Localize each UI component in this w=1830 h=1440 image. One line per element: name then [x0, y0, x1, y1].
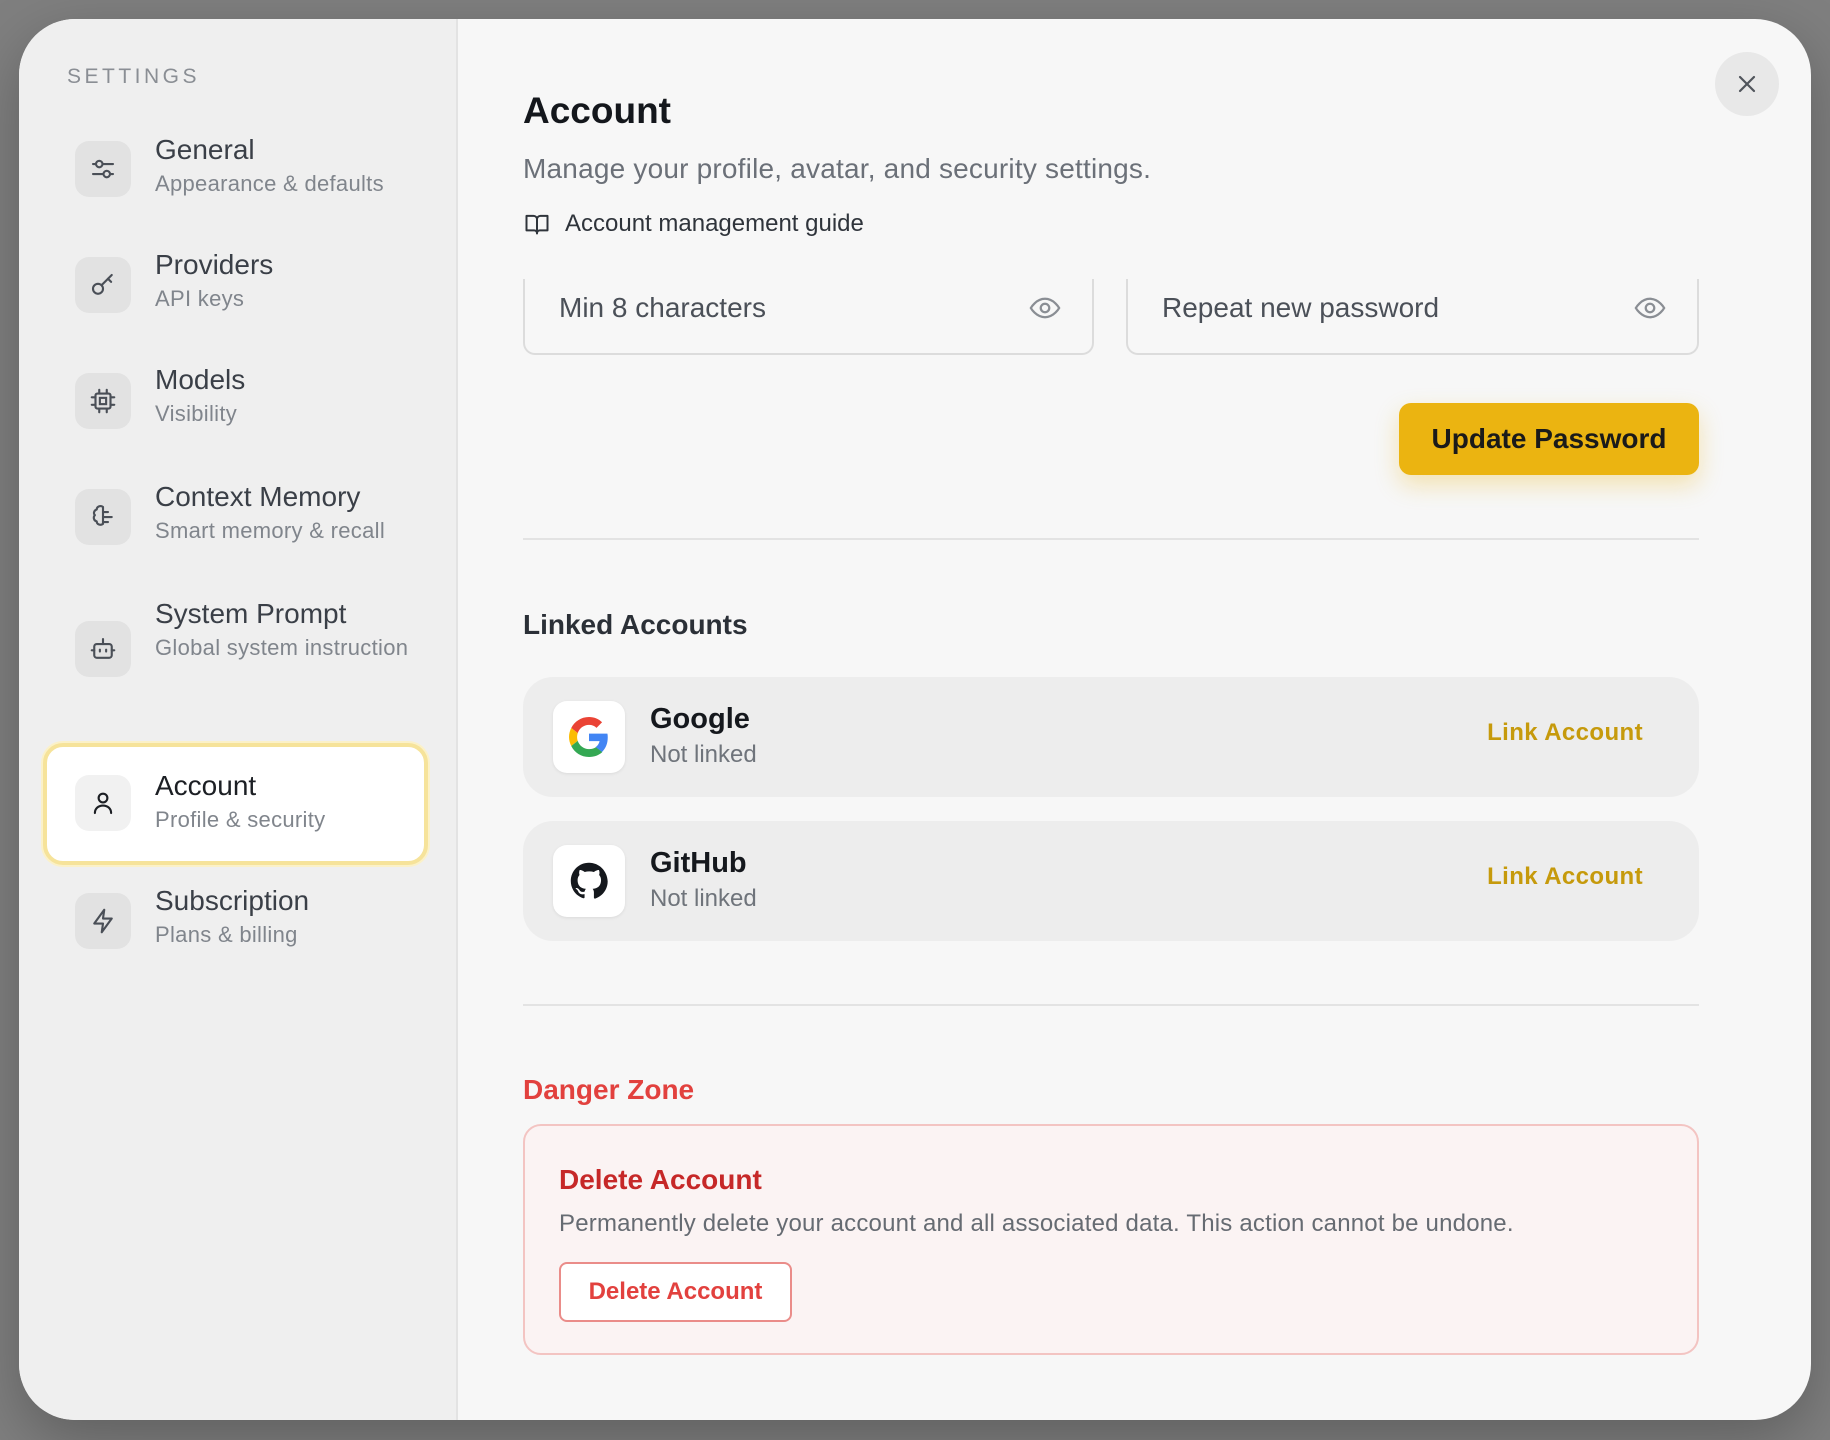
danger-zone-title: Danger Zone — [523, 1074, 695, 1105]
close-button[interactable] — [1715, 52, 1779, 116]
close-icon — [1738, 75, 1756, 93]
section-divider — [523, 1004, 1699, 1006]
linked-account-github: GitHub Not linked Link Account — [523, 821, 1699, 941]
provider-status: Not linked — [650, 741, 757, 768]
delete-account-card: Delete Account Permanently delete your a… — [523, 1124, 1699, 1355]
delete-account-title: Delete Account — [559, 1164, 762, 1195]
confirm-password-field — [1126, 279, 1699, 355]
page-description: Manage your profile, avatar, and securit… — [523, 153, 1152, 184]
new-password-input[interactable] — [559, 292, 1028, 324]
github-icon — [553, 845, 625, 917]
eye-icon[interactable] — [1028, 291, 1062, 325]
new-password-field — [523, 279, 1094, 355]
account-guide-link[interactable]: Account management guide — [523, 210, 864, 238]
book-icon — [525, 214, 549, 235]
eye-icon[interactable] — [1633, 291, 1667, 325]
delete-account-button[interactable]: Delete Account — [559, 1262, 792, 1322]
update-password-button[interactable]: Update Password — [1399, 403, 1699, 475]
guide-link-label: Account management guide — [565, 210, 864, 237]
linked-accounts-title: Linked Accounts — [523, 609, 748, 640]
settings-modal: SETTINGS General Appearance & defaults P… — [19, 19, 1811, 1420]
provider-name: GitHub — [650, 847, 747, 879]
account-settings-panel: Account Manage your profile, avatar, and… — [19, 19, 1811, 1420]
confirm-password-input[interactable] — [1162, 292, 1633, 324]
link-github-button[interactable]: Link Account — [1487, 863, 1643, 891]
linked-account-google: Google Not linked Link Account — [523, 677, 1699, 797]
google-icon — [553, 701, 625, 773]
section-divider — [523, 538, 1699, 540]
provider-name: Google — [650, 703, 750, 735]
provider-status: Not linked — [650, 885, 757, 912]
page-title: Account — [523, 90, 671, 131]
delete-account-description: Permanently delete your account and all … — [559, 1210, 1514, 1237]
link-google-button[interactable]: Link Account — [1487, 719, 1643, 747]
